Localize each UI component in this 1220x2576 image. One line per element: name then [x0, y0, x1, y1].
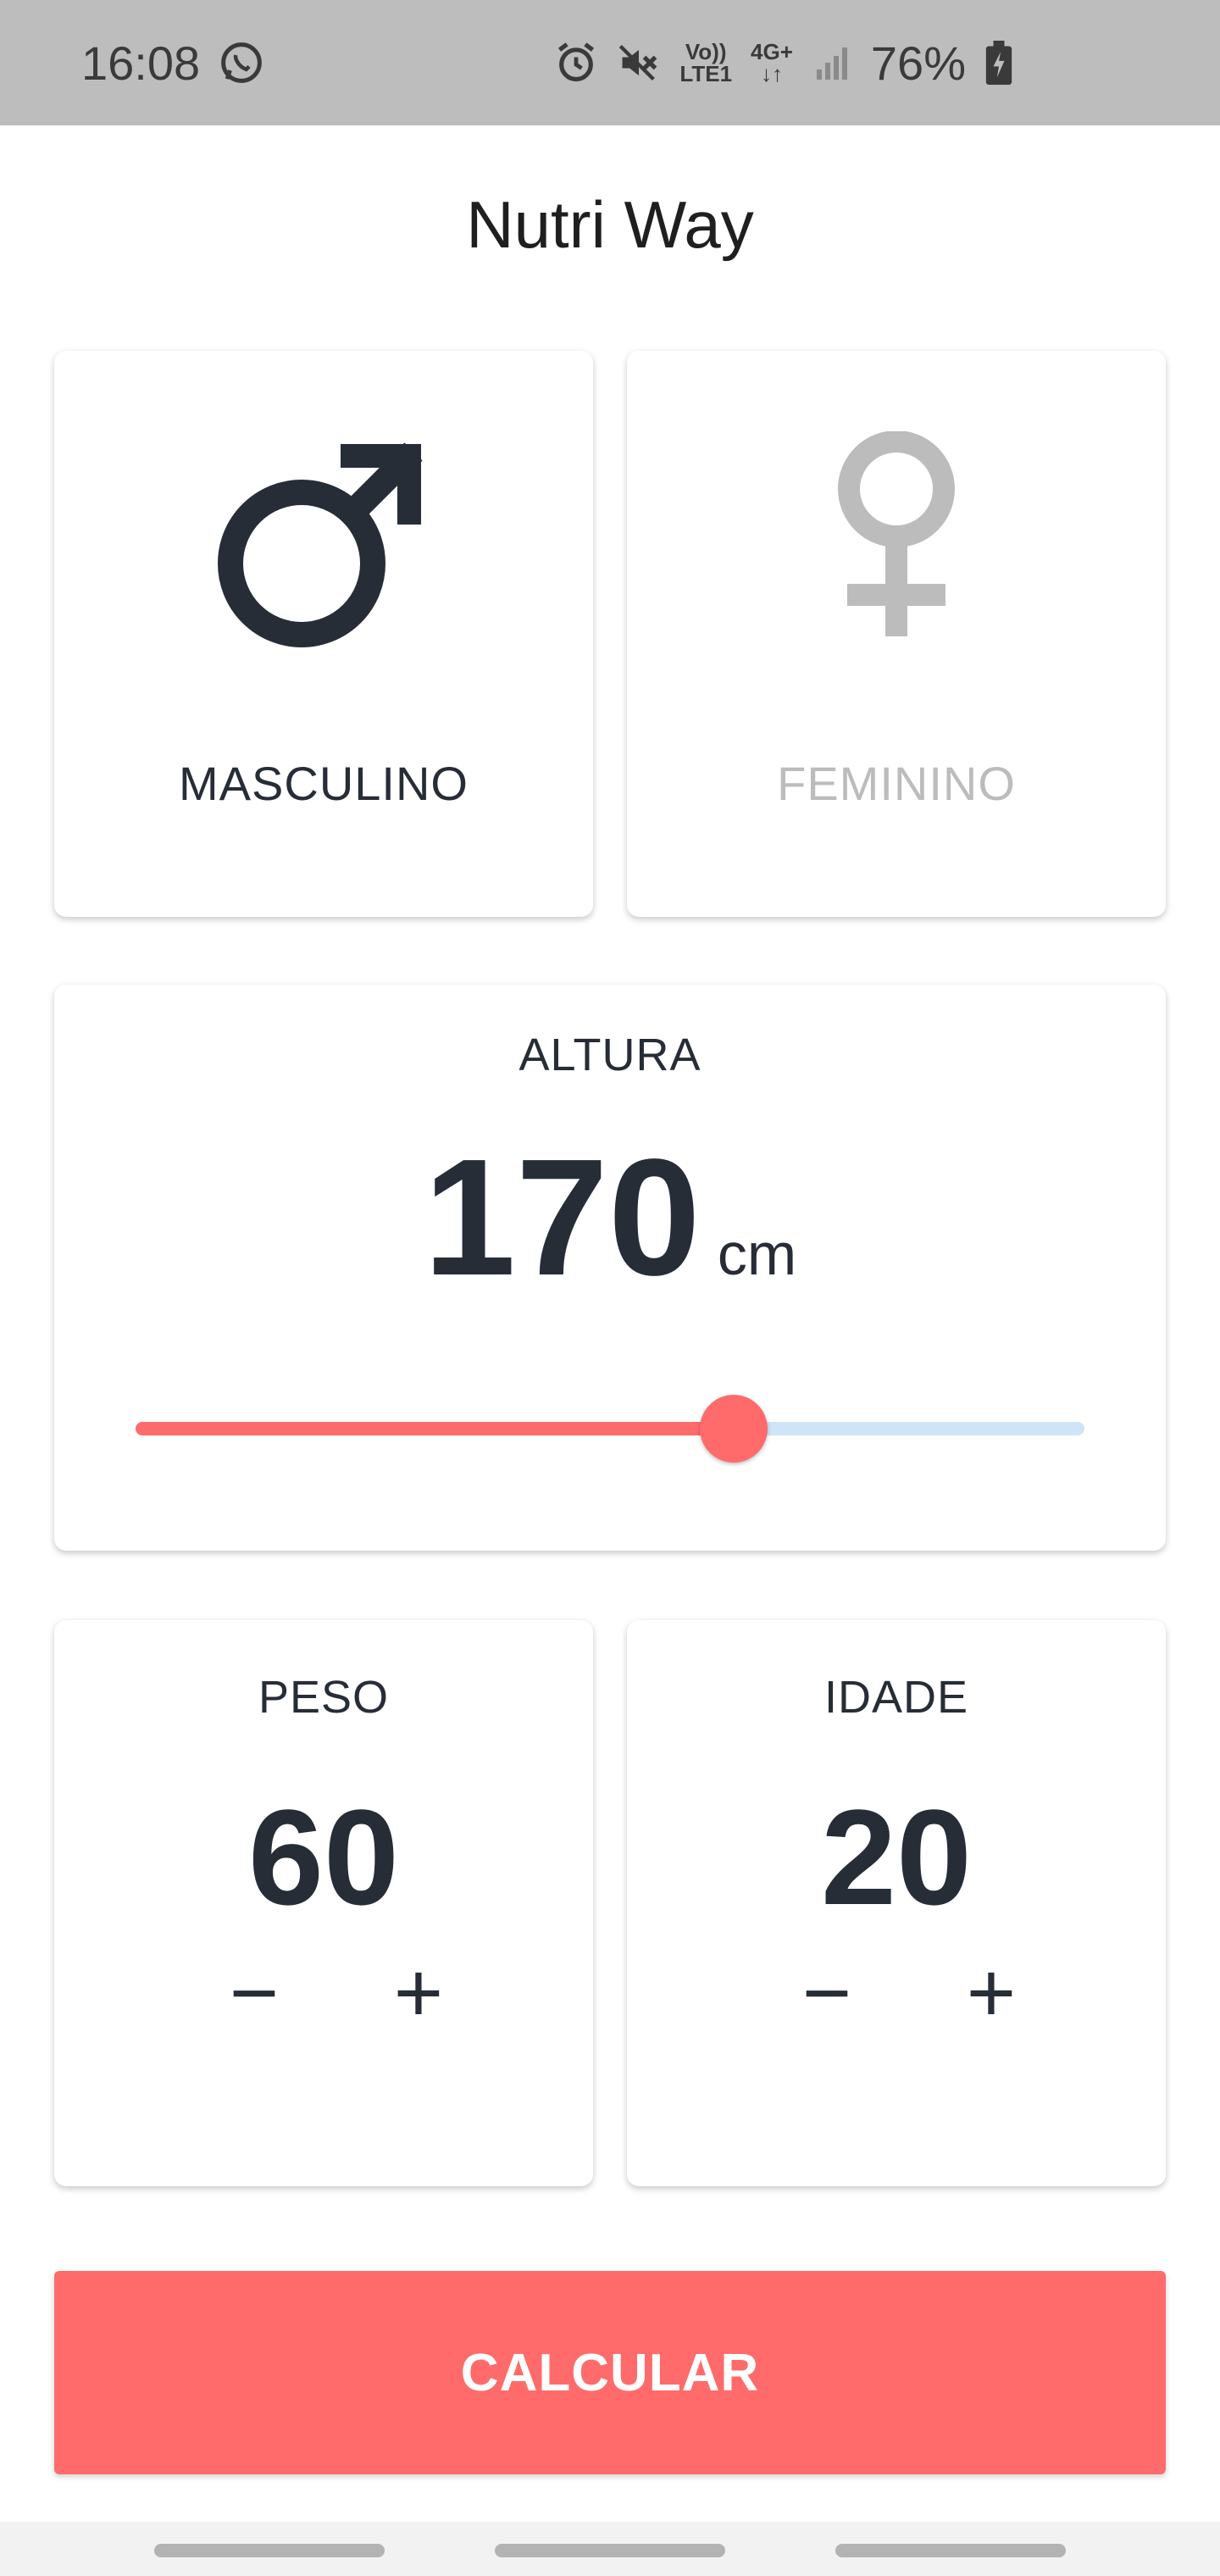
age-value: 20: [821, 1781, 972, 1933]
height-slider-thumb[interactable]: [699, 1395, 768, 1463]
app-title: Nutri Way: [466, 187, 754, 262]
height-card: ALTURA 170 cm: [54, 985, 1166, 1551]
status-left: 16:08: [81, 36, 264, 91]
battery-charging-icon: [984, 41, 1013, 85]
mute-icon: [617, 41, 661, 85]
status-right: Vo)) LTE1 4G+ ↓↑ 76%: [554, 36, 1013, 91]
calculate-button[interactable]: CALCULAR: [54, 2271, 1166, 2474]
age-decrement-button[interactable]: −: [785, 1951, 869, 2035]
weight-card: PESO 60 − +: [54, 1620, 593, 2186]
age-card: IDADE 20 − +: [627, 1620, 1166, 2186]
alarm-icon: [554, 41, 598, 85]
navigation-bar: [0, 2522, 1220, 2576]
height-value: 170: [423, 1124, 701, 1310]
weight-label: PESO: [258, 1672, 390, 1723]
data-type-icon: 4G+ ↓↑: [751, 41, 793, 85]
signal-icon: [812, 42, 852, 83]
height-unit: cm: [717, 1221, 797, 1287]
male-label: MASCULINO: [179, 757, 469, 810]
nav-back-button[interactable]: [835, 2544, 1066, 2557]
female-label: FEMININO: [777, 757, 1016, 810]
age-increment-button[interactable]: +: [949, 1951, 1034, 2035]
network-type-icon: Vo)) LTE1: [679, 41, 732, 85]
age-label: IDADE: [824, 1672, 969, 1723]
whatsapp-icon: [219, 40, 264, 86]
female-symbol-icon: [627, 427, 1166, 656]
weight-decrement-button[interactable]: −: [212, 1951, 297, 2035]
height-label: ALTURA: [518, 1030, 702, 1080]
data-arrows-icon: ↓↑: [760, 61, 783, 86]
height-slider-track[interactable]: [136, 1422, 1084, 1435]
male-symbol-icon: [54, 427, 593, 656]
network-bottom-label: LTE1: [679, 61, 733, 86]
male-gender-card[interactable]: MASCULINO: [54, 351, 593, 917]
status-bar: 16:08 Vo)) LTE1 4G+ ↓↑ 76%: [0, 0, 1220, 125]
nav-recents-button[interactable]: [154, 2544, 385, 2557]
battery-percent: 76%: [870, 36, 966, 90]
status-time: 16:08: [81, 36, 201, 90]
height-value-row: 170 cm: [54, 1129, 1166, 1307]
weight-increment-button[interactable]: +: [376, 1951, 461, 2035]
nav-home-button[interactable]: [495, 2544, 725, 2557]
female-gender-card[interactable]: FEMININO: [627, 351, 1166, 917]
height-slider-fill: [136, 1422, 734, 1435]
weight-value: 60: [248, 1781, 399, 1933]
